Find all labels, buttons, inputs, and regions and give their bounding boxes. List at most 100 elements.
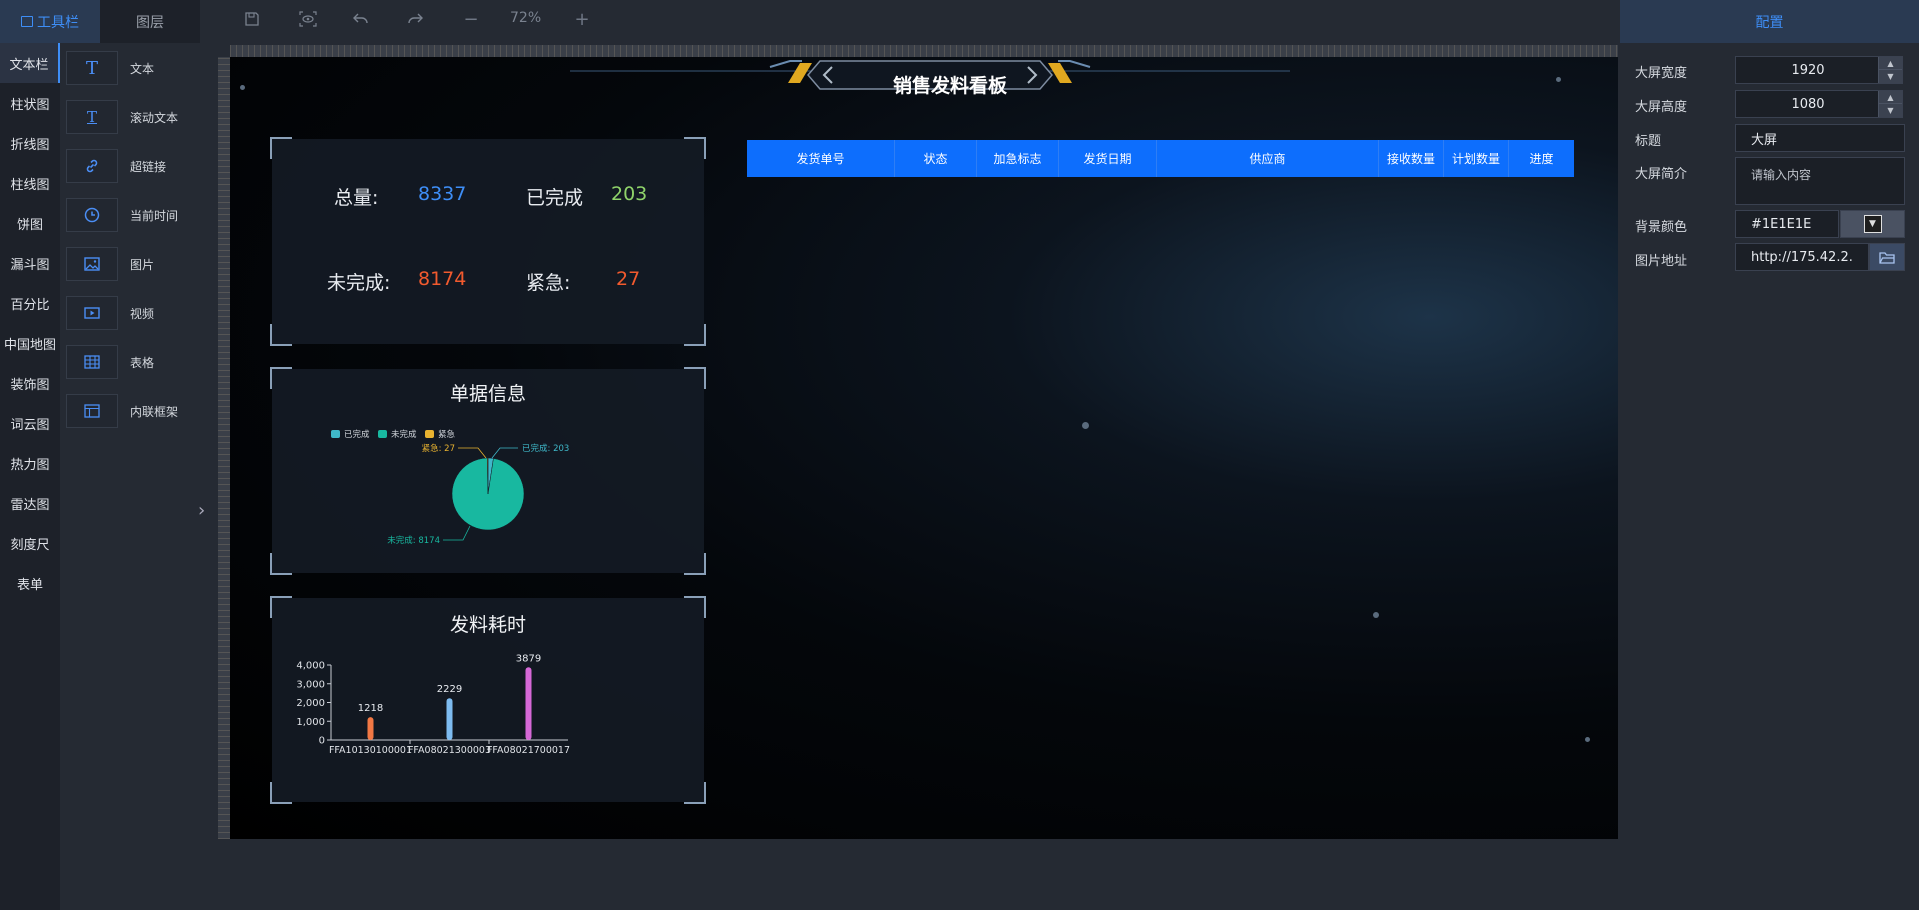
- table-header-cell[interactable]: 加急标志: [977, 140, 1059, 177]
- pie-data-label: 已完成: 203: [522, 443, 569, 454]
- done-value: 203: [611, 183, 648, 205]
- legend-label: 未完成: [391, 429, 417, 440]
- undo-icon[interactable]: [350, 8, 372, 30]
- bar: [446, 698, 453, 740]
- y-tick-label: 2,000: [296, 698, 325, 709]
- bar-value-label: 2229: [437, 684, 462, 695]
- save-icon[interactable]: [241, 8, 263, 30]
- pie-data-label: 未完成: 8174: [387, 535, 440, 546]
- pie-leader-line: [491, 447, 518, 459]
- component-link[interactable]: 超链接: [66, 149, 206, 183]
- category-line[interactable]: 折线图: [0, 123, 60, 163]
- category-radar[interactable]: 雷达图: [0, 483, 60, 523]
- table-icon: [66, 345, 118, 379]
- category-word-cloud[interactable]: 词云图: [0, 403, 60, 443]
- category-percent[interactable]: 百分比: [0, 283, 60, 323]
- component-text[interactable]: T 文本: [66, 51, 206, 85]
- table-header-cell[interactable]: 计划数量: [1444, 140, 1509, 177]
- collapse-panel-icon[interactable]: ›: [198, 500, 212, 524]
- bg-color-input[interactable]: #1E1E1E: [1735, 210, 1839, 238]
- legend-swatch: [378, 430, 387, 438]
- folder-open-icon[interactable]: [1869, 243, 1905, 271]
- height-stepper[interactable]: ▲ ▼: [1878, 91, 1902, 117]
- x-tick-label: FFA08021700017: [487, 745, 570, 756]
- component-image[interactable]: 图片: [66, 247, 206, 281]
- category-decoration[interactable]: 装饰图: [0, 363, 60, 403]
- table-header-cell[interactable]: 供应商: [1157, 140, 1379, 177]
- pending-value: 8174: [418, 268, 467, 290]
- config-tab[interactable]: 配置: [1620, 0, 1919, 43]
- pie-leader-line: [443, 525, 471, 541]
- color-picker-button[interactable]: ▼: [1840, 210, 1905, 238]
- category-heatmap[interactable]: 热力图: [0, 443, 60, 483]
- editor-toolbar: − 72% +: [215, 0, 1620, 38]
- category-text[interactable]: 文本栏: [0, 43, 60, 83]
- chevron-up-icon[interactable]: ▲: [1879, 91, 1902, 104]
- component-iframe[interactable]: 内联框架: [66, 394, 206, 428]
- title-input[interactable]: 大屏: [1735, 124, 1905, 152]
- zoom-out-icon[interactable]: −: [460, 8, 482, 30]
- intro-label: 大屏简介: [1635, 167, 1688, 182]
- chevron-down-icon[interactable]: ▼: [1879, 70, 1902, 83]
- done-label: 已完成: [526, 187, 584, 209]
- component-scroll-text[interactable]: T 滚动文本: [66, 100, 206, 134]
- board-title: 销售发料看板: [892, 75, 1007, 97]
- table-header-cell[interactable]: 发货单号: [747, 140, 895, 177]
- category-form[interactable]: 表单: [0, 563, 60, 603]
- pending-label: 未完成:: [327, 272, 391, 294]
- toolbar-icon: [21, 16, 33, 27]
- image-url-input[interactable]: http://175.42.2.: [1735, 243, 1869, 271]
- table-header-cell[interactable]: 接收数量: [1379, 140, 1444, 177]
- table-header-cell[interactable]: 发货日期: [1059, 140, 1157, 177]
- iframe-icon: [66, 394, 118, 428]
- video-icon: [66, 296, 118, 330]
- zoom-level: 72%: [510, 10, 542, 26]
- screen-width-input[interactable]: 1920 ▲ ▼: [1735, 56, 1903, 84]
- total-value: 8337: [418, 183, 467, 205]
- tab-toolbar-label: 工具栏: [37, 14, 79, 31]
- zoom-in-icon[interactable]: +: [571, 8, 593, 30]
- x-tick-label: FFA08021300003: [408, 745, 491, 756]
- clock-icon: [66, 198, 118, 232]
- bar-value-label: 1218: [358, 703, 383, 714]
- preview-icon[interactable]: [297, 8, 319, 30]
- dashboard-canvas[interactable]: 销售发料看板 总量: 8337 已完成 203 未完成: 8174 紧急: 27…: [230, 57, 1618, 839]
- component-list: T 文本 T 滚动文本 超链接 当前时间 图片 视频 表格 内联框架: [60, 43, 215, 910]
- legend-swatch: [425, 430, 434, 438]
- y-tick-label: 0: [319, 736, 325, 747]
- image-icon: [66, 247, 118, 281]
- bar-value-label: 3879: [516, 653, 541, 664]
- y-tick-label: 1,000: [296, 717, 325, 728]
- tab-layers[interactable]: 图层: [100, 0, 200, 43]
- bar-panel: 发料耗时 0 1,000 2,000 3,000 4,000 1218 FFA1013010…: [270, 596, 706, 804]
- screen-height-label: 大屏高度: [1635, 100, 1688, 115]
- table-header-cell[interactable]: 进度: [1509, 140, 1574, 177]
- pie-leader-line: [458, 447, 487, 459]
- redo-icon[interactable]: [404, 8, 426, 30]
- category-bar-line[interactable]: 柱线图: [0, 163, 60, 203]
- title-label: 标题: [1635, 134, 1662, 149]
- bar-chart: 0 1,000 2,000 3,000 4,000 1218 FFA10130100001 2…: [296, 653, 570, 756]
- category-funnel[interactable]: 漏斗图: [0, 243, 60, 283]
- category-pie[interactable]: 饼图: [0, 203, 60, 243]
- category-list: 文本栏 柱状图 折线图 柱线图 饼图 漏斗图 百分比 中国地图 装饰图 词云图 …: [0, 43, 60, 910]
- component-current-time[interactable]: 当前时间: [66, 198, 206, 232]
- x-tick-label: FFA10130100001: [329, 745, 412, 756]
- intro-textarea[interactable]: 请输入内容: [1735, 157, 1905, 205]
- category-scale[interactable]: 刻度尺: [0, 523, 60, 563]
- table-header-cell[interactable]: 状态: [895, 140, 977, 177]
- category-china-map[interactable]: 中国地图: [0, 323, 60, 363]
- component-table[interactable]: 表格: [66, 345, 206, 379]
- width-stepper[interactable]: ▲ ▼: [1878, 57, 1902, 83]
- chevron-down-icon[interactable]: ▼: [1879, 104, 1902, 117]
- chevron-up-icon[interactable]: ▲: [1879, 57, 1902, 70]
- pie-data-label: 紧急: 27: [422, 443, 455, 454]
- pie-chart: 已完成 未完成 紧急已完成: 203 紧急: 27 未完成: 8174: [331, 429, 569, 546]
- component-video[interactable]: 视频: [66, 296, 206, 330]
- stats-panel: 总量: 8337 已完成 203 未完成: 8174 紧急: 27: [270, 137, 706, 346]
- screen-height-input[interactable]: 1080 ▲ ▼: [1735, 90, 1903, 118]
- tab-layers-label: 图层: [136, 14, 164, 31]
- category-bar[interactable]: 柱状图: [0, 83, 60, 123]
- left-panel-tabs: 工具栏 图层: [0, 0, 200, 43]
- tab-toolbar[interactable]: 工具栏: [0, 0, 100, 43]
